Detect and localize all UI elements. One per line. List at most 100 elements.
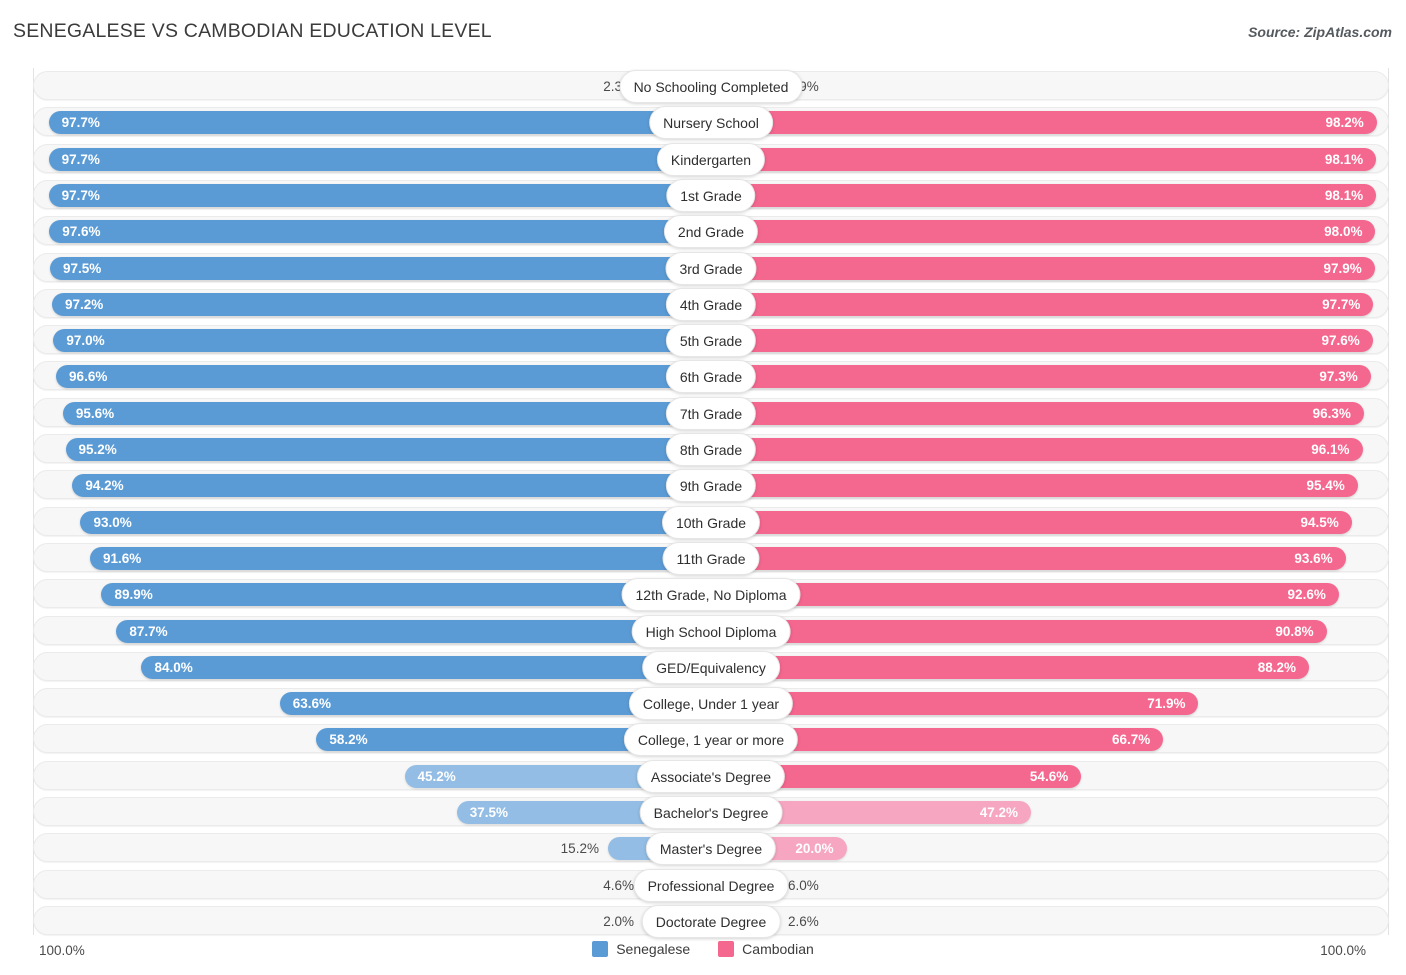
value-label-cambodian: 47.2%: [980, 798, 1018, 827]
value-label-cambodian: 93.6%: [1294, 544, 1332, 573]
chart-row-inner: 97.7%98.1%1st Grade: [34, 181, 1388, 208]
bar-cambodian: [711, 329, 1373, 352]
value-label-cambodian: 95.4%: [1307, 471, 1345, 500]
bar-cambodian: [711, 293, 1373, 316]
value-label-cambodian: 97.7%: [1322, 290, 1360, 319]
category-label: 1st Grade: [666, 179, 755, 212]
value-label-cambodian: 54.6%: [1030, 762, 1068, 791]
value-label-cambodian: 97.9%: [1323, 254, 1361, 283]
value-label-senegalese: 2.0%: [603, 907, 634, 936]
bar-senegalese: [49, 184, 711, 207]
category-label: 8th Grade: [666, 433, 756, 466]
category-label: 11th Grade: [662, 542, 759, 575]
chart-plot-area: 2.3%1.9%No Schooling Completed 97.7% 98.2%…: [33, 68, 1389, 935]
chart-row-inner: 97.7%98.2%Nursery School: [34, 108, 1388, 135]
bar-cambodian: [711, 547, 1346, 570]
bar-cambodian: [711, 365, 1371, 388]
chart-row: 2.0%2.6%Doctorate Degree: [33, 906, 1389, 935]
bar-cambodian: [711, 583, 1339, 606]
value-label-senegalese: 93.0%: [93, 508, 131, 537]
chart-row: 58.2%66.7%College, 1 year or more: [33, 724, 1389, 753]
bar-cambodian: [711, 656, 1309, 679]
source-attribution: Source: ZipAtlas.com: [1248, 24, 1392, 40]
category-label: 5th Grade: [666, 324, 756, 357]
bar-cambodian: [711, 220, 1375, 243]
value-label-senegalese: 97.2%: [65, 290, 103, 319]
category-label: High School Diploma: [632, 615, 791, 648]
value-label-cambodian: 94.5%: [1300, 508, 1338, 537]
bar-cambodian: [711, 184, 1376, 207]
legend-swatch-icon: [718, 941, 734, 957]
value-label-cambodian: 66.7%: [1112, 725, 1150, 754]
value-label-senegalese: 37.5%: [470, 798, 508, 827]
chart-row: 95.2%96.1%8th Grade: [33, 434, 1389, 463]
value-label-cambodian: 90.8%: [1275, 617, 1313, 646]
value-label-senegalese: 97.7%: [62, 181, 100, 210]
chart-row-inner: 2.0%2.6%Doctorate Degree: [34, 907, 1388, 934]
chart-row: 95.6%96.3%7th Grade: [33, 398, 1389, 427]
category-label: Bachelor's Degree: [640, 796, 783, 829]
bar-senegalese: [52, 293, 711, 316]
chart-row-inner: 37.5%47.2%Bachelor's Degree: [34, 798, 1388, 825]
value-label-senegalese: 97.6%: [62, 217, 100, 246]
category-label: 12th Grade, No Diploma: [622, 578, 801, 611]
value-label-senegalese: 84.0%: [154, 653, 192, 682]
category-label: Kindergarten: [657, 143, 765, 176]
value-label-cambodian: 20.0%: [795, 834, 833, 863]
chart-row-inner: 2.3%1.9%No Schooling Completed: [34, 72, 1388, 99]
value-label-senegalese: 89.9%: [114, 580, 152, 609]
chart-row-inner: 84.0%88.2%GED/Equivalency: [34, 653, 1388, 680]
chart-row: 63.6%71.9%College, Under 1 year: [33, 688, 1389, 717]
category-label: 7th Grade: [666, 397, 756, 430]
chart-row-inner: 97.6%98.0%2nd Grade: [34, 217, 1388, 244]
chart-row-inner: 93.0%94.5%10th Grade: [34, 508, 1388, 535]
bar-cambodian: [711, 148, 1376, 171]
bar-cambodian: [711, 111, 1377, 134]
value-label-cambodian: 97.6%: [1321, 326, 1359, 355]
chart-row: 15.2% 20.0% Master's Degree: [33, 833, 1389, 862]
category-label: College, 1 year or more: [624, 723, 798, 756]
chart-row: 97.0%97.6%5th Grade: [33, 325, 1389, 354]
chart-row-inner: 58.2%66.7%College, 1 year or more: [34, 725, 1388, 752]
bar-cambodian: [711, 438, 1363, 461]
chart-header: SENEGALESE VS CAMBODIAN EDUCATION LEVEL …: [0, 0, 1406, 58]
chart-row-inner: 4.6%6.0%Professional Degree: [34, 871, 1388, 898]
value-label-cambodian: 88.2%: [1258, 653, 1296, 682]
category-label: 3rd Grade: [665, 252, 756, 285]
value-label-cambodian: 97.3%: [1319, 362, 1357, 391]
category-label: Doctorate Degree: [642, 905, 781, 938]
value-label-senegalese: 97.5%: [63, 254, 101, 283]
chart-row: 97.7% 98.1% 1st Grade: [33, 180, 1389, 209]
bar-senegalese: [80, 511, 711, 534]
value-label-senegalese: 97.7%: [62, 145, 100, 174]
legend-item[interactable]: Cambodian: [718, 941, 814, 957]
chart-legend: Senegalese Cambodian: [0, 941, 1406, 957]
bar-senegalese: [116, 620, 711, 643]
value-label-senegalese: 91.6%: [103, 544, 141, 573]
value-label-cambodian: 98.2%: [1326, 108, 1364, 137]
chart-row-inner: 94.2%95.4%9th Grade: [34, 471, 1388, 498]
value-label-senegalese: 15.2%: [561, 834, 599, 863]
chart-row-inner: 15.2%20.0%Master's Degree: [34, 834, 1388, 861]
chart-root: SENEGALESE VS CAMBODIAN EDUCATION LEVEL …: [0, 0, 1406, 975]
value-label-senegalese: 97.7%: [62, 108, 100, 137]
category-label: 2nd Grade: [664, 215, 758, 248]
legend-item[interactable]: Senegalese: [592, 941, 690, 957]
value-label-senegalese: 95.2%: [79, 435, 117, 464]
chart-row: 87.7%90.8%High School Diploma: [33, 616, 1389, 645]
chart-row: 37.5% 47.2% Bachelor's Degree: [33, 797, 1389, 826]
bar-cambodian: [711, 620, 1327, 643]
value-label-senegalese: 63.6%: [293, 689, 331, 718]
chart-row: 97.2%97.7%4th Grade: [33, 289, 1389, 318]
category-label: Master's Degree: [646, 832, 776, 865]
bar-senegalese: [49, 148, 711, 171]
legend-label: Senegalese: [616, 941, 690, 957]
bar-senegalese: [141, 656, 711, 679]
bar-cambodian: [711, 474, 1358, 497]
chart-row: 4.6%6.0%Professional Degree: [33, 870, 1389, 899]
chart-row: 97.7%98.1%Kindergarten: [33, 144, 1389, 173]
bar-cambodian: [711, 402, 1364, 425]
value-label-cambodian: 98.1%: [1325, 181, 1363, 210]
bar-senegalese: [101, 583, 711, 606]
chart-row-inner: 95.2%96.1%8th Grade: [34, 435, 1388, 462]
